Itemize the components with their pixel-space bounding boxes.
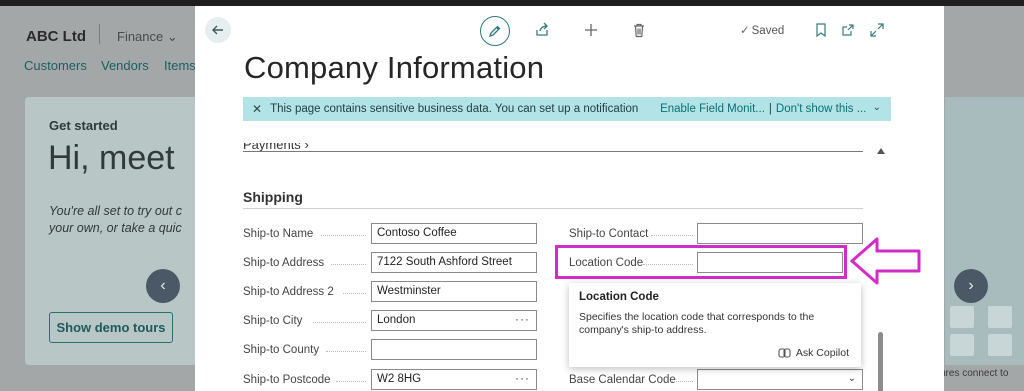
label-leader [326, 351, 366, 352]
check-icon: ✓ [740, 25, 750, 37]
ship-to-contact-label: Ship-to Contact [569, 228, 649, 240]
dont-show-again-link[interactable]: Don't show this ... [776, 103, 866, 115]
nav-customers[interactable]: Customers [24, 58, 87, 73]
chevron-right-icon: › [968, 277, 974, 294]
trash-icon [634, 23, 644, 37]
label-leader [671, 381, 693, 382]
ship-to-address-2-field[interactable]: Westminster [371, 281, 537, 302]
carousel-prev-button[interactable]: ‹ [146, 269, 180, 303]
ship-to-contact-field[interactable] [697, 223, 863, 244]
ask-copilot-button[interactable]: Ask Copilot [778, 347, 849, 359]
get-started-title: Get started [49, 118, 118, 133]
welcome-text-line-1: You're all set to try out c [49, 204, 183, 218]
ship-to-postcode-value: W2 8HG [377, 373, 422, 385]
label-leader [336, 381, 366, 382]
sensitive-data-banner: ✕ This page contains sensitive business … [243, 97, 891, 121]
pencil-icon [488, 25, 501, 38]
ship-to-name-field[interactable]: Contoso Coffee [371, 223, 537, 244]
saved-label: Saved [751, 25, 785, 37]
close-icon[interactable]: ✕ [252, 102, 262, 116]
carousel-next-button[interactable]: › [954, 269, 988, 303]
field-tooltip: Location Code Specifies the location cod… [569, 283, 861, 367]
ship-to-address-label: Ship-to Address [243, 257, 325, 269]
open-new-window-icon [842, 24, 854, 36]
ship-to-postcode-label: Ship-to Postcode [243, 374, 331, 386]
ship-to-city-label: Ship-to City [243, 315, 303, 327]
feature-caption: ures connect to [940, 368, 1009, 379]
back-button[interactable] [205, 17, 231, 43]
chevron-right-icon: › [304, 137, 309, 152]
scrollbar-thumb[interactable] [878, 332, 883, 391]
feature-tile [950, 334, 974, 356]
feature-tile [950, 306, 974, 328]
expand-button[interactable] [867, 20, 887, 40]
share-icon [536, 22, 548, 36]
label-leader [321, 235, 366, 236]
label-leader [331, 264, 366, 265]
lookup-ellipsis-icon[interactable]: ··· [515, 371, 530, 385]
payments-section-heading[interactable]: Payments › [243, 137, 309, 152]
highlight-box [555, 245, 847, 279]
edit-button[interactable] [480, 16, 510, 46]
nav-vendors[interactable]: Vendors [101, 58, 149, 73]
department-label: Finance [117, 29, 164, 44]
chevron-down-icon: ⌄ [847, 373, 856, 384]
new-button[interactable] [581, 20, 601, 40]
delete-button[interactable] [629, 20, 649, 40]
department-menu[interactable]: Finance ⌄ [117, 29, 178, 45]
open-new-window-button[interactable] [838, 20, 858, 40]
chevron-left-icon: ‹ [160, 277, 166, 294]
base-calendar-code-field[interactable]: ⌄ [697, 369, 863, 390]
company-name[interactable]: ABC Ltd [26, 28, 86, 45]
bookmark-icon [816, 23, 826, 37]
ship-to-name-label: Ship-to Name [243, 228, 314, 240]
welcome-heading: Hi, meet [48, 139, 175, 177]
copilot-icon [778, 348, 791, 358]
enable-field-monitoring-link[interactable]: Enable Field Monit... [660, 103, 765, 115]
ship-to-address-field[interactable]: 7122 South Ashford Street [371, 252, 537, 273]
plus-icon [585, 24, 597, 36]
company-information-dialog: ✓ Saved Company Information ✕ This page c… [195, 6, 944, 391]
shipping-section-title[interactable]: Shipping [243, 189, 303, 205]
header-divider [99, 24, 100, 44]
ship-to-address-2-label: Ship-to Address 2 [243, 286, 334, 298]
welcome-text-line-2: your own, or take a quic [49, 221, 182, 235]
section-divider [243, 151, 863, 152]
payments-section-label: Payments [243, 137, 301, 152]
chevron-down-icon[interactable]: ⌄ [873, 102, 881, 113]
ship-to-county-field[interactable] [371, 339, 537, 360]
bookmark-button[interactable] [811, 20, 831, 40]
ship-to-city-value: London [377, 314, 416, 326]
lookup-ellipsis-icon[interactable]: ··· [515, 312, 530, 326]
ship-to-county-label: Ship-to County [243, 344, 320, 356]
show-demo-tours-button[interactable]: Show demo tours [49, 312, 173, 343]
ship-to-city-field[interactable]: London ··· [371, 310, 537, 331]
chevron-down-icon: ⌄ [166, 29, 178, 44]
tooltip-title: Location Code [579, 291, 659, 303]
label-leader [313, 322, 366, 323]
nav-items[interactable]: Items [164, 58, 196, 73]
highlight-arrow-icon [850, 237, 921, 285]
label-leader [343, 293, 366, 294]
feature-tile [988, 306, 1012, 328]
arrow-left-icon [212, 25, 223, 35]
tooltip-description: Specifies the location code that corresp… [579, 311, 815, 336]
expand-icon [870, 23, 884, 37]
section-underline [243, 208, 863, 209]
ask-copilot-label: Ask Copilot [795, 347, 849, 359]
saved-status: ✓ Saved [740, 23, 784, 37]
banner-separator: | [768, 103, 772, 115]
page-title: Company Information [244, 50, 545, 85]
base-calendar-code-label: Base Calendar Code [569, 374, 676, 386]
share-button[interactable] [532, 20, 552, 40]
label-leader [651, 235, 693, 236]
feature-tile [988, 334, 1012, 356]
scroll-up-arrow-icon[interactable] [877, 148, 885, 154]
ship-to-postcode-field[interactable]: W2 8HG ··· [371, 369, 537, 390]
banner-message: This page contains sensitive business da… [270, 103, 639, 115]
